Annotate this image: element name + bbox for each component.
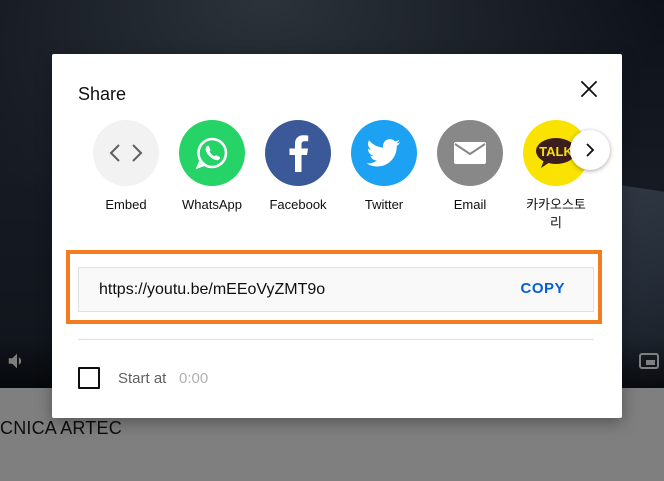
dialog-title: Share bbox=[78, 84, 127, 104]
share-whatsapp-button[interactable]: WhatsApp bbox=[169, 120, 255, 214]
facebook-icon bbox=[265, 120, 331, 186]
share-label: WhatsApp bbox=[182, 197, 242, 212]
share-label: 카카오스토리 bbox=[526, 197, 586, 230]
share-label: Facebook bbox=[269, 197, 327, 212]
share-label: Email bbox=[453, 197, 487, 212]
embed-icon bbox=[93, 120, 159, 186]
share-email-button[interactable]: Email bbox=[427, 120, 513, 214]
chevron-right-icon bbox=[586, 143, 595, 157]
copy-button[interactable]: COPY bbox=[520, 280, 565, 297]
share-twitter-button[interactable]: Twitter bbox=[341, 120, 427, 214]
share-label: Embed bbox=[105, 197, 147, 212]
share-link-box: https://youtu.be/mEEoVyZMT9o COPY bbox=[78, 267, 594, 312]
share-targets: Embed WhatsApp Facebook Twitter Email TA… bbox=[83, 120, 603, 240]
share-embed-button[interactable]: Embed bbox=[83, 120, 169, 214]
share-dialog: Share Embed WhatsApp Facebook Twitter Em… bbox=[52, 54, 622, 418]
start-at-checkbox[interactable] bbox=[78, 367, 100, 389]
start-at-time-input[interactable]: 0:00 bbox=[179, 370, 208, 387]
divider bbox=[78, 339, 594, 340]
start-at-label: Start at bbox=[118, 370, 167, 387]
share-url[interactable]: https://youtu.be/mEEoVyZMT9o bbox=[99, 281, 325, 299]
whatsapp-icon bbox=[179, 120, 245, 186]
close-button[interactable] bbox=[576, 76, 602, 102]
share-facebook-button[interactable]: Facebook bbox=[255, 120, 341, 214]
email-icon bbox=[437, 120, 503, 186]
close-icon bbox=[580, 80, 598, 98]
twitter-icon bbox=[351, 120, 417, 186]
share-label: Twitter bbox=[364, 197, 404, 212]
kakao-badge-text: TALK bbox=[539, 144, 573, 159]
next-button[interactable] bbox=[570, 130, 610, 170]
